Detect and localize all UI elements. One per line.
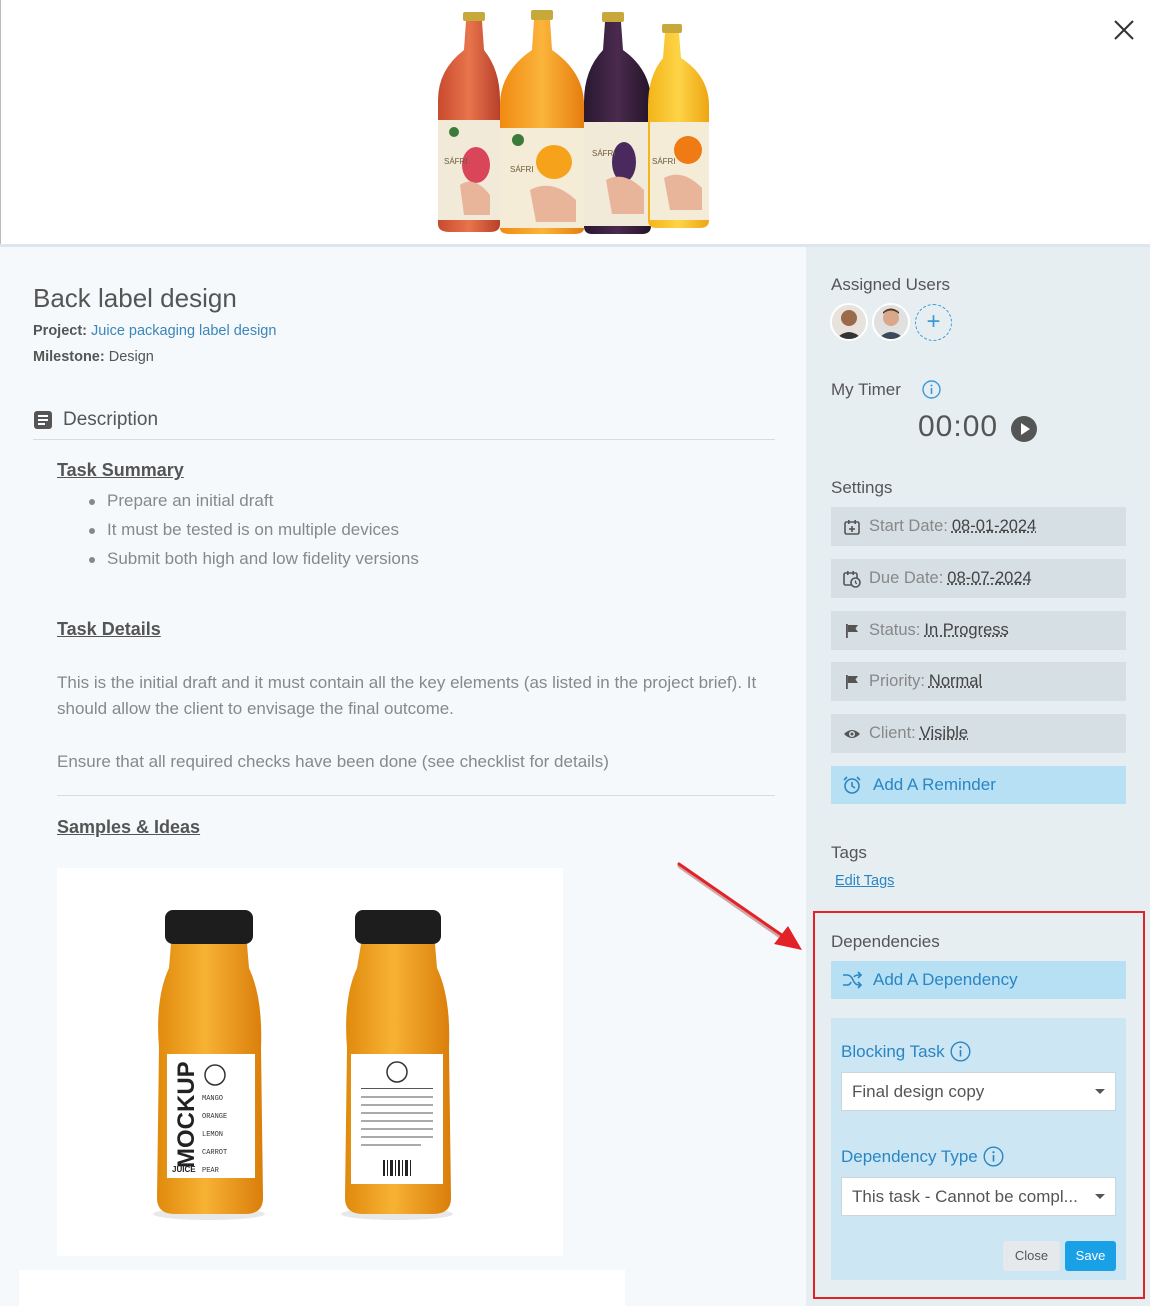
avatar[interactable]	[872, 303, 910, 341]
settings-heading: Settings	[831, 478, 893, 497]
mockup-label-word: MOCKUP	[173, 1061, 200, 1168]
add-dependency-label: Add A Dependency	[873, 970, 1018, 989]
start-date-setting[interactable]: Start Date: 08-01-2024	[831, 507, 1126, 546]
flavor-4: CARROT	[202, 1149, 227, 1157]
dependency-type-label: Dependency Type	[841, 1146, 978, 1166]
description-icon	[34, 411, 52, 429]
timer-display: 00:00	[918, 410, 999, 443]
task-modal: SÁFRI SÁFRI SÁFRI SÁFRI Back label desig…	[0, 0, 1150, 1306]
status-setting[interactable]: Status: In Progress	[831, 611, 1126, 650]
flag-icon	[846, 674, 858, 689]
blocking-task-value: Final design copy	[852, 1082, 985, 1101]
details-divider	[57, 795, 775, 796]
edit-tags-link[interactable]: Edit Tags	[835, 873, 894, 889]
chevron-down-icon	[1095, 1194, 1105, 1199]
blocking-task-label-row: Blocking Task	[841, 1041, 971, 1062]
avatar[interactable]	[830, 303, 868, 341]
milestone-meta: Milestone: Design	[33, 349, 154, 365]
tags-heading: Tags	[831, 843, 867, 862]
project-link[interactable]: Juice packaging label design	[91, 323, 276, 339]
close-button[interactable]: Close	[1003, 1241, 1060, 1271]
task-checks-paragraph: Ensure that all required checks have bee…	[57, 752, 609, 771]
juice-bottles-illustration: SÁFRI SÁFRI SÁFRI SÁFRI	[438, 10, 709, 234]
sample-mockup-image: MOCKUP JUICE MANGO ORANGE LEMON CARROT P…	[57, 868, 563, 1256]
dependency-type-value: This task - Cannot be compl...	[852, 1187, 1078, 1206]
alarm-icon	[843, 776, 861, 794]
start-date-label: Start Date:	[869, 517, 948, 535]
blocking-task-select[interactable]: Final design copy	[841, 1072, 1116, 1111]
samples-heading: Samples & Ideas	[57, 817, 201, 837]
user-avatar-2	[874, 305, 908, 339]
milestone-value: Design	[108, 349, 154, 365]
add-reminder-button[interactable]: Add A Reminder	[831, 766, 1126, 804]
info-icon[interactable]	[983, 1146, 1004, 1167]
flavor-1: MANGO	[202, 1095, 223, 1103]
annotation-arrow	[677, 862, 802, 950]
timer-play-button[interactable]	[1011, 416, 1037, 442]
status-value[interactable]: In Progress	[924, 621, 1008, 640]
add-user-button[interactable]: +	[915, 304, 952, 341]
milestone-label: Milestone:	[33, 349, 105, 365]
dependency-type-select[interactable]: This task - Cannot be compl...	[841, 1177, 1116, 1216]
client-visibility-setting[interactable]: Client: Visible	[831, 714, 1126, 753]
priority-setting[interactable]: Priority: Normal	[831, 662, 1126, 701]
add-dependency-button[interactable]: Add A Dependency	[831, 961, 1126, 999]
task-details-paragraph: This is the initial draft and it must co…	[57, 673, 757, 718]
task-title: Back label design	[33, 283, 237, 313]
close-icon[interactable]	[1110, 16, 1138, 44]
save-button[interactable]: Save	[1065, 1241, 1116, 1271]
flavor-2: ORANGE	[202, 1113, 227, 1121]
description-header: Description	[33, 407, 158, 433]
description-divider	[33, 439, 775, 440]
project-label: Project:	[33, 323, 87, 339]
client-label: Client:	[869, 724, 916, 742]
add-user-icon[interactable]: +	[926, 308, 940, 335]
project-meta: Project: Juice packaging label design	[33, 323, 276, 339]
mockup-bottles-illustration: MOCKUP JUICE MANGO ORANGE LEMON CARROT P…	[153, 910, 453, 1220]
list-item: It must be tested is on multiple devices	[87, 518, 419, 547]
blocking-task-label: Blocking Task	[841, 1041, 945, 1061]
mockup-label-small: JUICE	[172, 1165, 196, 1174]
close-modal-button[interactable]	[1110, 16, 1138, 44]
assigned-users-heading: Assigned Users	[831, 275, 951, 294]
description-heading: Description	[63, 409, 159, 430]
due-date-setting[interactable]: Due Date: 08-07-2024	[831, 559, 1126, 598]
calendar-clock-icon	[843, 570, 861, 588]
chevron-down-icon	[1095, 1089, 1105, 1094]
dependencies-heading: Dependencies	[831, 932, 940, 951]
priority-label: Priority:	[869, 672, 925, 690]
next-attachment-card	[19, 1270, 625, 1306]
task-summary-heading: Task Summary	[57, 460, 184, 480]
my-timer-heading: My Timer	[831, 380, 901, 399]
user-avatar-1	[832, 305, 866, 339]
status-label: Status:	[869, 621, 921, 639]
dependency-type-label-row: Dependency Type	[841, 1146, 1004, 1167]
hero-brand-text-1: SÁFRI	[444, 157, 468, 166]
info-icon[interactable]	[950, 1041, 971, 1062]
add-reminder-label: Add A Reminder	[873, 775, 996, 794]
flavor-5: PEAR	[202, 1167, 220, 1175]
flag-icon	[846, 623, 858, 638]
hero-brand-text-4: SÁFRI	[652, 157, 676, 166]
calendar-plus-icon	[844, 519, 860, 535]
hero-brand-text-3: SÁFRI	[592, 149, 616, 158]
task-summary-list: Prepare an initial draft It must be test…	[87, 489, 419, 576]
flavor-3: LEMON	[202, 1131, 223, 1139]
hero-brand-text-2: SÁFRI	[510, 165, 534, 174]
start-date-value[interactable]: 08-01-2024	[952, 517, 1036, 536]
shuffle-icon	[843, 971, 862, 989]
due-date-value[interactable]: 08-07-2024	[947, 569, 1031, 588]
task-details-heading: Task Details	[57, 619, 161, 639]
eye-icon	[844, 729, 860, 738]
client-value[interactable]: Visible	[920, 724, 968, 743]
play-icon[interactable]	[1011, 416, 1037, 442]
info-icon[interactable]	[922, 380, 941, 399]
hero-product-image: SÁFRI SÁFRI SÁFRI SÁFRI	[424, 10, 727, 234]
due-date-label: Due Date:	[869, 569, 944, 587]
priority-value[interactable]: Normal	[929, 672, 982, 691]
list-item: Submit both high and low fidelity versio…	[87, 547, 419, 576]
list-item: Prepare an initial draft	[87, 489, 419, 518]
